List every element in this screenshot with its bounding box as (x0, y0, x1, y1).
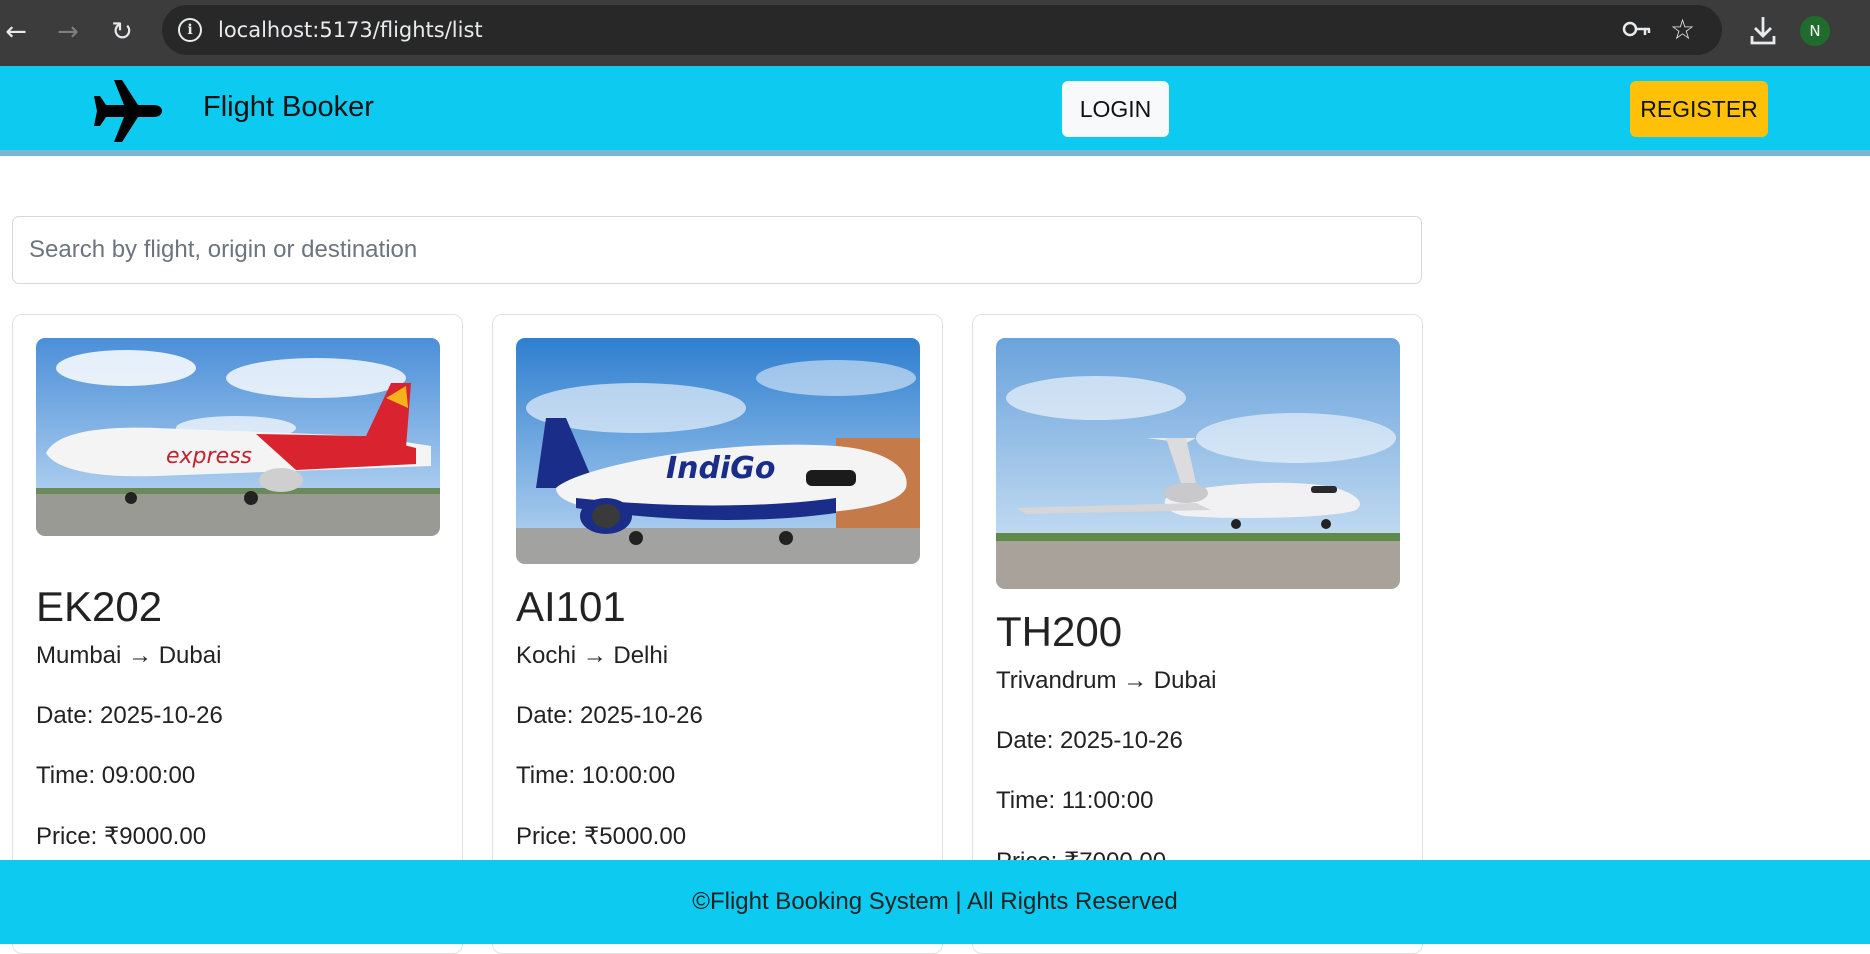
flight-card: IndiGo AI101 Kochi → Delhi Date: 2025-10… (492, 314, 943, 954)
download-icon[interactable] (1748, 14, 1778, 48)
flight-code: TH200 (996, 608, 1123, 655)
brand-name[interactable]: Flight Booker (203, 91, 374, 124)
flight-image (996, 338, 1400, 589)
flight-card: TH200 Trivandrum → Dubai Date: 2025-10-2… (972, 314, 1423, 954)
svg-text:IndiGo: IndiGo (666, 451, 776, 486)
private-jet-image (996, 338, 1400, 589)
flight-date: Date: 2025-10-26 (36, 702, 223, 729)
flight-time: Time: 09:00:00 (36, 762, 196, 789)
footer: ©Flight Booking System | All Rights Rese… (0, 860, 1870, 944)
login-button[interactable]: LOGIN (1062, 81, 1169, 137)
register-button[interactable]: REGISTER (1630, 81, 1768, 137)
flight-date: Date: 2025-10-26 (516, 702, 703, 729)
svg-text:express: express (166, 444, 252, 469)
search-input[interactable] (12, 216, 1422, 284)
flight-route: Kochi → Delhi (516, 642, 669, 669)
air-india-express-plane-image: express (36, 338, 440, 536)
profile-avatar[interactable]: N (1800, 16, 1830, 46)
bookmark-star-icon[interactable]: ☆ (1670, 13, 1695, 46)
flight-route: Mumbai → Dubai (36, 642, 222, 669)
back-arrow-icon[interactable]: ← (0, 12, 36, 52)
flight-card: express EK202 Mumbai → Dubai Date: 2025-… (12, 314, 463, 954)
flight-time: Time: 11:00:00 (996, 787, 1154, 814)
indigo-plane-image: IndiGo (516, 338, 920, 564)
flight-price: Price: ₹9000.00 (36, 823, 207, 850)
reload-icon[interactable]: ↻ (102, 12, 142, 52)
flight-code: EK202 (36, 583, 163, 630)
browser-menu-icon[interactable]: ⋮ (1860, 7, 1870, 31)
flight-time: Time: 10:00:00 (516, 762, 676, 789)
flight-image: express (36, 338, 440, 536)
flight-image: IndiGo (516, 338, 920, 564)
site-info-icon[interactable]: i (178, 18, 202, 42)
airplane-icon (94, 80, 162, 142)
browser-toolbar: ← → ↻ i localhost:5173/flights/list ☆ N … (0, 0, 1870, 66)
footer-text: ©Flight Booking System | All Rights Rese… (692, 888, 1178, 915)
flight-date: Date: 2025-10-26 (996, 727, 1183, 754)
forward-arrow-icon[interactable]: → (48, 12, 88, 52)
url-text[interactable]: localhost:5173/flights/list (218, 18, 483, 42)
flight-code: AI101 (516, 583, 626, 630)
flight-price: Price: ₹5000.00 (516, 823, 687, 850)
flight-route: Trivandrum → Dubai (996, 667, 1217, 694)
address-bar[interactable]: i localhost:5173/flights/list ☆ (162, 5, 1722, 55)
password-key-icon[interactable] (1622, 16, 1652, 42)
navbar: Flight Booker LOGIN REGISTER (0, 66, 1870, 156)
